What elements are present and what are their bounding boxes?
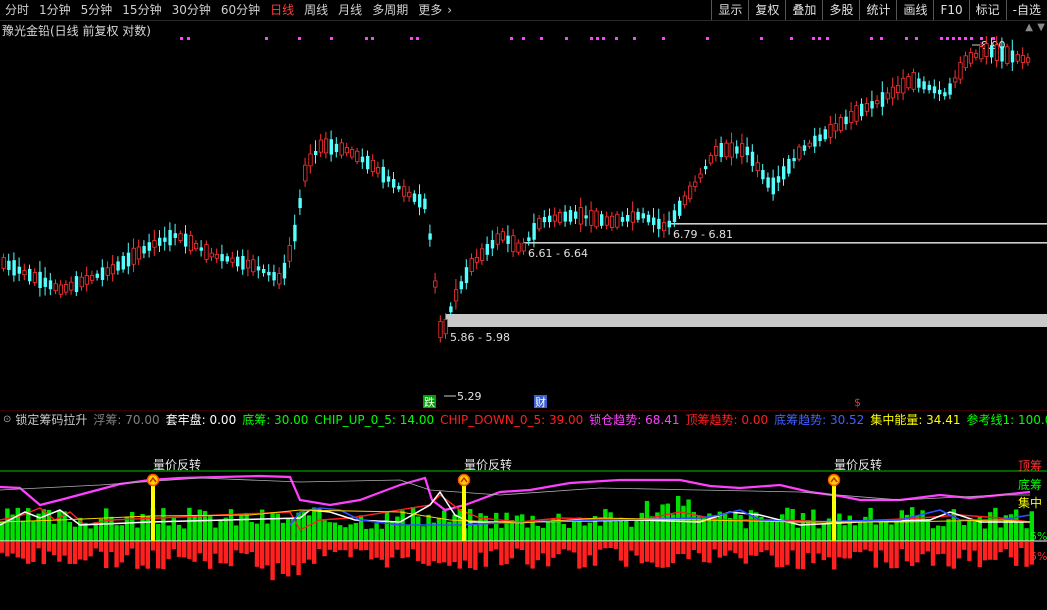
indicator-param: 顶筹趋势: 0.00 <box>685 412 769 427</box>
toolbar-button[interactable]: 叠加 <box>785 0 822 20</box>
right-label-bottom: 底筹 <box>1018 477 1042 492</box>
signal-label: 量价反转 <box>464 457 512 472</box>
chevron-right-icon[interactable]: › <box>447 0 457 20</box>
candles <box>1 36 1031 343</box>
period-tab[interactable]: 60分钟 <box>216 0 265 20</box>
zone-band <box>670 223 1047 225</box>
toolbar-button[interactable]: 多股 <box>822 0 859 20</box>
period-tab[interactable]: 多周期 <box>367 0 413 20</box>
indicator-params: 浮筹: 70.00 套牢盘: 0.00 底筹: 30.00 CHIP_UP_0_5: … <box>93 411 1047 427</box>
toolbar-button[interactable]: -自选 <box>1005 0 1047 20</box>
period-tab[interactable]: 更多 <box>413 0 447 20</box>
period-tab[interactable]: 30分钟 <box>167 0 216 20</box>
right-label-up5: 5% <box>1030 530 1047 543</box>
price-chart[interactable]: 6.79 - 6.81 6.61 - 6.64 5.86 - 5.98 8.90… <box>0 36 1047 410</box>
indicator-param: CHIP_DOWN_0_5: 39.00 <box>440 412 584 427</box>
signal-label: 量价反转 <box>153 457 201 472</box>
toolbar-button[interactable]: F10 <box>933 0 968 20</box>
collapse-icon[interactable]: ⊙ <box>0 414 15 425</box>
indicator-chart[interactable]: 量价反转 量价反转 量价反转 顶筹 底筹 集中 5% 5% <box>0 427 1047 610</box>
indicator-param: 参考线1: 100.00 <box>966 412 1047 427</box>
toolbar-button[interactable]: 统计 <box>859 0 896 20</box>
zone-label: 6.79 - 6.81 <box>673 228 733 241</box>
period-tab[interactable]: 15分钟 <box>117 0 166 20</box>
signal-up-icon[interactable] <box>827 473 841 487</box>
chevron-down-icon[interactable]: ▼ <box>1037 22 1045 33</box>
toolbar-button[interactable]: 画线 <box>896 0 933 20</box>
indicator-param: CHIP_UP_0_5: 14.00 <box>314 412 435 427</box>
indicator-param: 底筹: 30.00 <box>242 412 309 427</box>
signal-dots <box>180 37 995 40</box>
indicator-param: 浮筹: 70.00 <box>93 412 160 427</box>
toolbar-button[interactable]: 显示 <box>711 0 748 20</box>
signal-bar <box>462 483 466 541</box>
low-label: 5.29 <box>457 390 482 403</box>
period-tab[interactable]: 月线 <box>333 0 367 20</box>
signal-bar <box>832 483 836 541</box>
indicator-name[interactable]: 锁定筹码拉升 <box>15 411 93 427</box>
period-toolbar: 分时 1分钟 5分钟 15分钟 30分钟 60分钟 日线 周线 月线 多周期 更多 › 显示 复权 叠加多… <box>0 0 1047 21</box>
period-tab[interactable]: 周线 <box>299 0 333 20</box>
zone-label: 5.86 - 5.98 <box>450 331 510 344</box>
signal-up-icon[interactable] <box>457 473 471 487</box>
indicator-param: 锁仓趋势: 68.41 <box>589 412 680 427</box>
period-tab[interactable]: 1分钟 <box>34 0 76 20</box>
toolbar-button[interactable]: 复权 <box>748 0 785 20</box>
indicator-param: 集中能量: 34.41 <box>870 412 961 427</box>
marker-die[interactable]: 跌 <box>424 395 435 409</box>
period-tab[interactable]: 分时 <box>0 0 34 20</box>
signal-label: 量价反转 <box>834 457 882 472</box>
right-label-concentration: 集中 <box>1018 495 1042 510</box>
indicator-param: 底筹趋势: 30.52 <box>774 412 865 427</box>
signal-up-icon[interactable] <box>146 473 160 487</box>
zone-label: 6.61 - 6.64 <box>528 247 588 260</box>
period-tabs: 分时 1分钟 5分钟 15分钟 30分钟 60分钟 日线 周线 月线 多周期 更多 › <box>0 0 711 20</box>
zone-band <box>524 242 1047 244</box>
volume-bars <box>0 495 1034 581</box>
signal-bar <box>151 483 155 541</box>
period-tab[interactable]: 日线 <box>265 0 299 20</box>
marker-cai[interactable]: 财 <box>535 395 546 409</box>
indicator-param: 套牢盘: 0.00 <box>165 412 237 427</box>
right-label-down5: 5% <box>1030 550 1047 563</box>
period-tab[interactable]: 5分钟 <box>76 0 118 20</box>
zone-band <box>446 314 1047 327</box>
indicator-header: ⊙ 锁定筹码拉升 浮筹: 70.00 套牢盘: 0.00 底筹: 30.00 CHIP… <box>0 410 1047 427</box>
marker-dollar[interactable]: $ <box>854 396 861 409</box>
chevron-up-icon[interactable]: ▲ <box>1025 22 1033 33</box>
toolbar-button[interactable]: 标记 <box>968 0 1006 20</box>
right-label-top: 顶筹 <box>1018 459 1042 473</box>
toolbar-buttons: 显示 复权 叠加 多股 统计 画线 F10 标记 -自选 <box>711 0 1047 20</box>
